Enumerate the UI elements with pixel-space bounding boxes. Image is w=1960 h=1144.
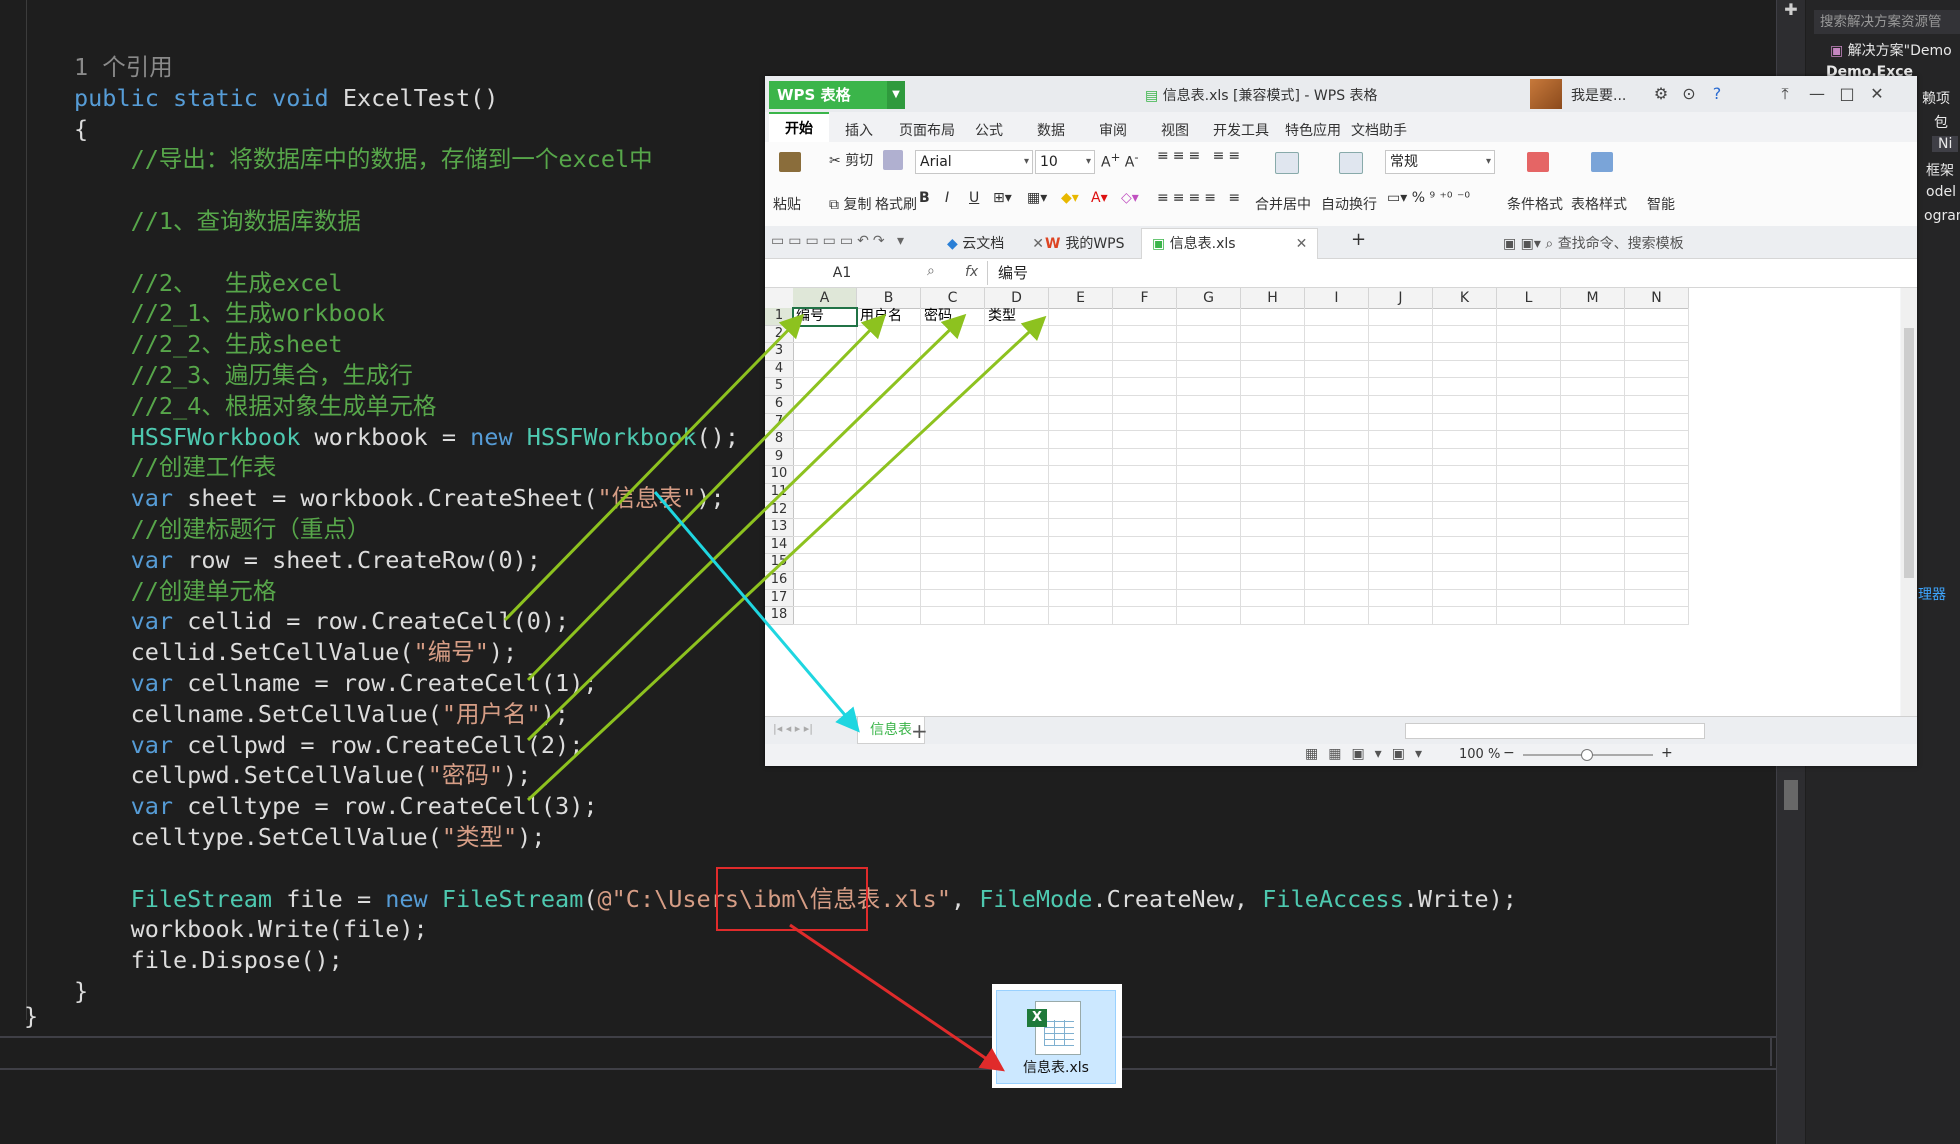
arrow-cell-d1 bbox=[526, 315, 1047, 802]
arrow-cell-a1 bbox=[503, 313, 805, 622]
arrow-file bbox=[789, 923, 1005, 1072]
arrow-sheet-tab bbox=[653, 491, 860, 733]
arrow-cell-b1 bbox=[526, 313, 887, 682]
annotation-arrows bbox=[503, 313, 1047, 1072]
